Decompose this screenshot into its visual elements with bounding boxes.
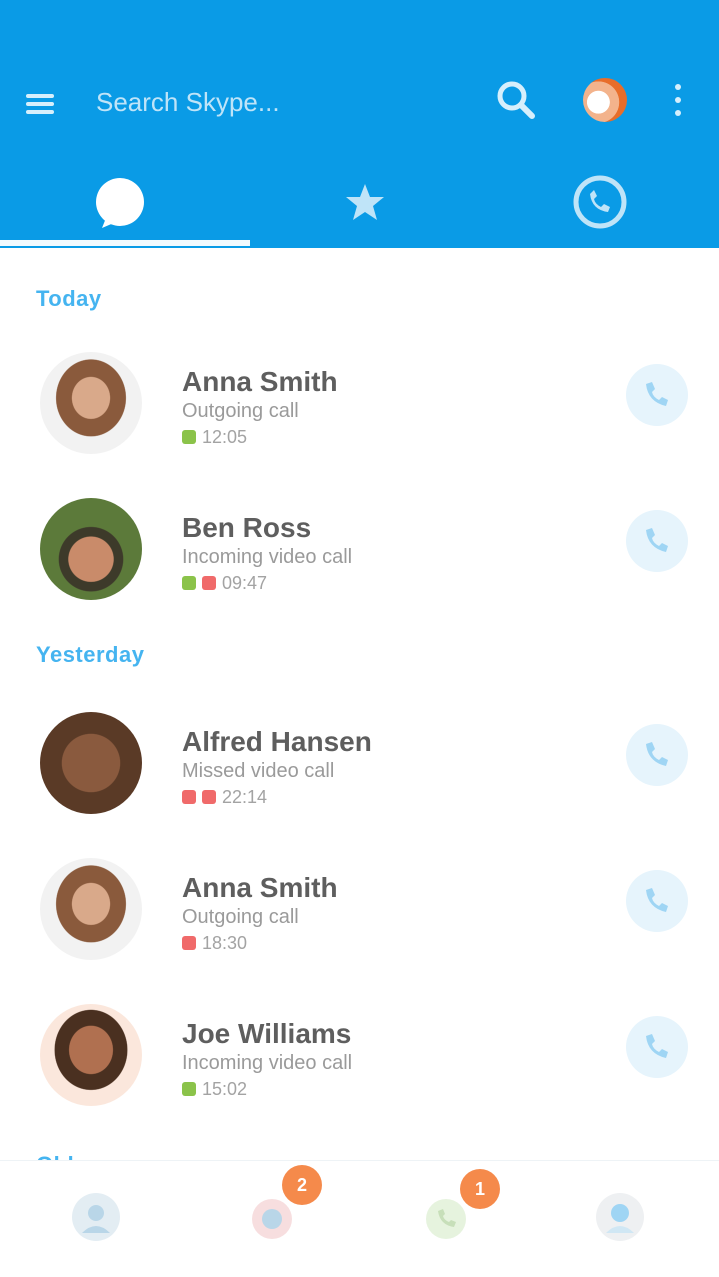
profile-icon — [596, 1193, 644, 1241]
search-input[interactable]: Search Skype... — [96, 84, 436, 120]
nav-chats[interactable]: 2 — [246, 1165, 322, 1245]
star-icon — [346, 184, 384, 220]
call-type: Incoming video call — [182, 1052, 353, 1074]
contacts-icon — [72, 1193, 120, 1241]
contact-name: Anna Smith — [182, 872, 338, 903]
phone-icon — [646, 888, 668, 912]
nav-profile[interactable] — [592, 1189, 648, 1245]
menu-button[interactable] — [20, 84, 60, 124]
call-button[interactable] — [626, 510, 688, 572]
call-meta: 12:05 — [182, 426, 247, 448]
chat-bubble-icon — [96, 178, 144, 228]
call-row[interactable]: Ben Ross Incoming video call 09:47 — [0, 486, 719, 616]
phone-icon — [573, 175, 627, 229]
call-button[interactable] — [626, 724, 688, 786]
more-vertical-icon — [675, 84, 681, 90]
phone-icon — [646, 1034, 668, 1058]
call-meta: 09:47 — [182, 572, 267, 594]
search-icon — [497, 81, 535, 119]
call-status-indicator — [182, 576, 196, 590]
call-time: 09:47 — [222, 572, 268, 593]
profile-avatar[interactable] — [583, 78, 627, 122]
unread-badge: 2 — [282, 1165, 322, 1205]
menu-icon — [26, 94, 54, 98]
call-button[interactable] — [626, 364, 688, 426]
call-meta: 18:30 — [182, 932, 247, 954]
avatar — [40, 352, 142, 454]
avatar — [40, 498, 142, 600]
call-type: Incoming video call — [182, 546, 353, 568]
call-row[interactable]: Alfred Hansen Missed video call 22:14 — [0, 700, 719, 830]
avatar — [40, 1004, 142, 1106]
call-time: 12:05 — [202, 426, 248, 447]
contact-name: Alfred Hansen — [182, 726, 372, 757]
nav-calls[interactable]: 1 — [420, 1169, 500, 1245]
contact-name: Joe Williams — [182, 1018, 352, 1049]
call-meta: 15:02 — [182, 1078, 247, 1100]
call-type: Outgoing call — [182, 400, 299, 422]
call-status-indicator — [182, 430, 196, 444]
phone-icon — [646, 742, 668, 766]
call-row[interactable]: Joe Williams Incoming video call 15:02 — [0, 992, 719, 1122]
call-time: 22:14 — [222, 786, 268, 807]
section-header-yesterday: Yesterday — [36, 642, 145, 667]
section-header-today: Today — [36, 286, 102, 311]
call-time: 18:30 — [202, 932, 248, 953]
call-row[interactable]: Anna Smith Outgoing call 18:30 — [0, 846, 719, 976]
missed-calls-badge: 1 — [460, 1169, 500, 1209]
call-button[interactable] — [626, 1016, 688, 1078]
call-row[interactable]: Anna Smith Outgoing call 12:05 — [0, 340, 719, 470]
tab-calls[interactable] — [568, 170, 632, 234]
nav-contacts[interactable] — [68, 1189, 124, 1245]
call-meta: 22:14 — [182, 786, 267, 808]
contact-name: Ben Ross — [182, 512, 312, 543]
app-bar: Search Skype... — [0, 0, 719, 248]
call-type: Missed video call — [182, 760, 335, 782]
bottom-navigation: 2 1 — [0, 1160, 719, 1277]
tab-chats[interactable] — [88, 170, 152, 234]
avatar — [40, 712, 142, 814]
call-status-indicator — [182, 1082, 196, 1096]
call-button[interactable] — [626, 870, 688, 932]
missed-indicator — [182, 790, 196, 804]
missed-indicator — [202, 576, 216, 590]
call-status-indicator — [182, 936, 196, 950]
search-button[interactable] — [490, 74, 542, 126]
more-options-button[interactable] — [664, 78, 692, 122]
phone-icon — [646, 382, 668, 406]
avatar — [40, 858, 142, 960]
contact-name: Anna Smith — [182, 366, 338, 397]
phone-icon — [646, 528, 668, 552]
call-time: 15:02 — [202, 1078, 248, 1099]
call-type: Outgoing call — [182, 906, 299, 928]
active-tab-indicator — [0, 240, 250, 246]
tab-favorites[interactable] — [333, 170, 397, 234]
